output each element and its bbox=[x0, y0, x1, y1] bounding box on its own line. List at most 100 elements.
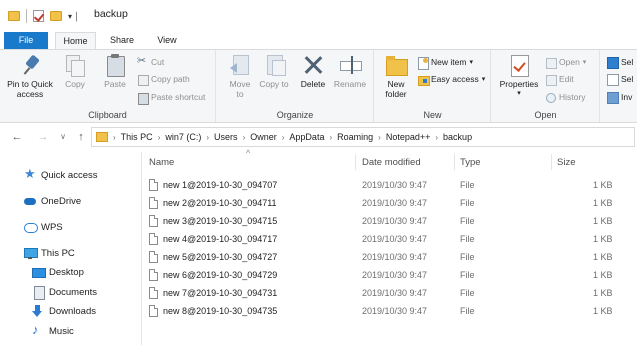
properties-check-icon[interactable] bbox=[33, 10, 44, 22]
paste-button[interactable]: Paste bbox=[100, 54, 130, 89]
address-bar[interactable]: › This PC › win7 (C:) › Users › Owner › … bbox=[91, 127, 635, 147]
file-name: new 2@2019-10-30_094711 bbox=[163, 198, 277, 208]
copy-icon bbox=[64, 54, 86, 77]
folder-icon bbox=[8, 11, 20, 21]
copy-to-label: Copy to bbox=[259, 79, 289, 89]
column-header-type[interactable]: Type bbox=[460, 156, 481, 170]
documents-icon bbox=[32, 286, 45, 300]
file-date: 2019/10/30 9:47 bbox=[362, 234, 428, 244]
paste-shortcut-label: Paste shortcut bbox=[151, 92, 206, 102]
file-type: File bbox=[460, 180, 475, 190]
tab-view[interactable]: View bbox=[150, 32, 184, 49]
customize-toolbar-dropdown[interactable]: ▾ │ bbox=[68, 12, 79, 21]
ribbon: Pin to Quick access Copy Paste Cut Copy … bbox=[0, 49, 637, 123]
recent-locations-chevron-icon[interactable]: ∨ bbox=[56, 130, 70, 144]
column-divider[interactable] bbox=[551, 154, 552, 170]
file-row[interactable]: new 7@2019-10-30_094731 2019/10/30 9:47 … bbox=[143, 285, 637, 301]
sidebar-item-music[interactable]: Music bbox=[32, 322, 74, 339]
breadcrumb-backup[interactable]: backup bbox=[443, 132, 472, 142]
new-group: New folder New item ▾ Easy access ▾ New bbox=[375, 50, 491, 122]
open-button[interactable]: Open ▾ bbox=[545, 56, 586, 69]
rename-button[interactable]: Rename bbox=[332, 54, 368, 89]
new-item-button[interactable]: New item ▾ bbox=[417, 56, 473, 70]
properties-button[interactable]: Properties ▾ bbox=[496, 54, 542, 99]
sidebar-item-quick-access[interactable]: Quick access bbox=[24, 166, 98, 183]
copy-path-button[interactable]: Copy path bbox=[137, 73, 190, 86]
breadcrumb-appdata[interactable]: AppData bbox=[289, 132, 324, 142]
file-type: File bbox=[460, 306, 475, 316]
properties-label: Properties bbox=[499, 79, 539, 89]
file-type: File bbox=[460, 270, 475, 280]
new-item-label: New item bbox=[431, 57, 467, 67]
file-icon bbox=[149, 251, 158, 263]
file-row[interactable]: new 8@2019-10-30_094735 2019/10/30 9:47 … bbox=[143, 303, 637, 319]
chevron-down-icon: ▾ bbox=[517, 90, 521, 97]
sidebar-item-this-pc[interactable]: This PC bbox=[24, 245, 75, 261]
cut-button[interactable]: Cut bbox=[137, 55, 164, 69]
file-row[interactable]: new 2@2019-10-30_094711 2019/10/30 9:47 … bbox=[143, 195, 637, 211]
file-name: new 6@2019-10-30_094729 bbox=[163, 270, 278, 280]
pin-to-quick-access-button[interactable]: Pin to Quick access bbox=[6, 54, 54, 99]
new-folder-icon[interactable] bbox=[50, 11, 62, 21]
file-size: 1 KB bbox=[593, 252, 613, 262]
move-to-button[interactable]: Move to bbox=[225, 54, 255, 99]
column-divider[interactable] bbox=[454, 154, 455, 170]
copy-to-button[interactable]: Copy to bbox=[259, 54, 289, 89]
file-row[interactable]: new 1@2019-10-30_094707 2019/10/30 9:47 … bbox=[143, 177, 637, 193]
file-row[interactable]: new 3@2019-10-30_094715 2019/10/30 9:47 … bbox=[143, 213, 637, 229]
breadcrumb-separator-icon: › bbox=[157, 132, 161, 142]
breadcrumb-separator-icon: › bbox=[206, 132, 210, 142]
delete-button[interactable]: Delete bbox=[297, 54, 329, 89]
file-name: new 5@2019-10-30_094727 bbox=[163, 252, 278, 262]
select-none-button[interactable]: Sel bbox=[607, 73, 633, 86]
breadcrumb-this-pc[interactable]: This PC bbox=[121, 132, 153, 142]
breadcrumb-notepadpp[interactable]: Notepad++ bbox=[386, 132, 431, 142]
sidebar-item-wps[interactable]: WPS bbox=[24, 219, 63, 235]
file-size: 1 KB bbox=[593, 270, 613, 280]
column-divider[interactable] bbox=[355, 154, 356, 170]
file-icon bbox=[149, 305, 158, 317]
tab-share[interactable]: Share bbox=[104, 32, 140, 49]
sidebar-item-downloads[interactable]: Downloads bbox=[32, 303, 96, 319]
sidebar-item-documents[interactable]: Documents bbox=[32, 284, 97, 300]
select-all-button[interactable]: Sel bbox=[607, 56, 633, 69]
wps-cloud-icon bbox=[24, 221, 38, 233]
breadcrumb-separator-icon: › bbox=[113, 132, 116, 142]
tab-file[interactable]: File bbox=[4, 32, 48, 49]
breadcrumb-roaming[interactable]: Roaming bbox=[337, 132, 373, 142]
select-group: Sel Sel Inv bbox=[601, 50, 637, 122]
sidebar-item-desktop[interactable]: Desktop bbox=[32, 264, 84, 280]
sidebar-item-label: Documents bbox=[49, 286, 98, 298]
column-header-name[interactable]: Name bbox=[149, 156, 174, 170]
breadcrumb-users[interactable]: Users bbox=[214, 132, 238, 142]
sidebar-item-onedrive[interactable]: OneDrive bbox=[24, 193, 81, 209]
file-row[interactable]: new 5@2019-10-30_094727 2019/10/30 9:47 … bbox=[143, 249, 637, 265]
edit-button[interactable]: Edit bbox=[545, 73, 574, 86]
new-folder-button[interactable]: New folder bbox=[379, 54, 413, 99]
select-none-label: Sel bbox=[621, 74, 634, 84]
organize-group-label: Organize bbox=[276, 110, 314, 120]
cloud-icon bbox=[24, 195, 36, 207]
edit-icon bbox=[545, 74, 557, 86]
paste-shortcut-button[interactable]: Paste shortcut bbox=[137, 91, 206, 105]
forward-arrow-icon[interactable]: → bbox=[36, 130, 50, 144]
invert-selection-button[interactable]: Inv bbox=[607, 91, 632, 104]
file-row[interactable]: new 6@2019-10-30_094729 2019/10/30 9:47 … bbox=[143, 267, 637, 283]
breadcrumb-owner[interactable]: Owner bbox=[250, 132, 277, 142]
invert-selection-label: Inv bbox=[621, 92, 633, 102]
tab-home[interactable]: Home bbox=[55, 32, 96, 49]
file-icon bbox=[149, 269, 158, 281]
column-header-size[interactable]: Size bbox=[557, 156, 575, 170]
breadcrumb-drive[interactable]: win7 (C:) bbox=[165, 132, 201, 142]
computer-icon bbox=[24, 247, 38, 259]
back-arrow-icon[interactable]: ← bbox=[10, 130, 24, 144]
history-button[interactable]: History bbox=[545, 91, 585, 104]
copy-button[interactable]: Copy bbox=[60, 54, 90, 89]
edit-label: Edit bbox=[559, 74, 574, 84]
easy-access-button[interactable]: Easy access ▾ bbox=[417, 73, 485, 86]
copy-path-label: Copy path bbox=[151, 74, 190, 84]
breadcrumb-separator-icon: › bbox=[242, 132, 246, 142]
column-header-date[interactable]: Date modified bbox=[362, 156, 421, 170]
file-row[interactable]: new 4@2019-10-30_094717 2019/10/30 9:47 … bbox=[143, 231, 637, 247]
up-arrow-icon[interactable]: ↑ bbox=[74, 130, 88, 144]
